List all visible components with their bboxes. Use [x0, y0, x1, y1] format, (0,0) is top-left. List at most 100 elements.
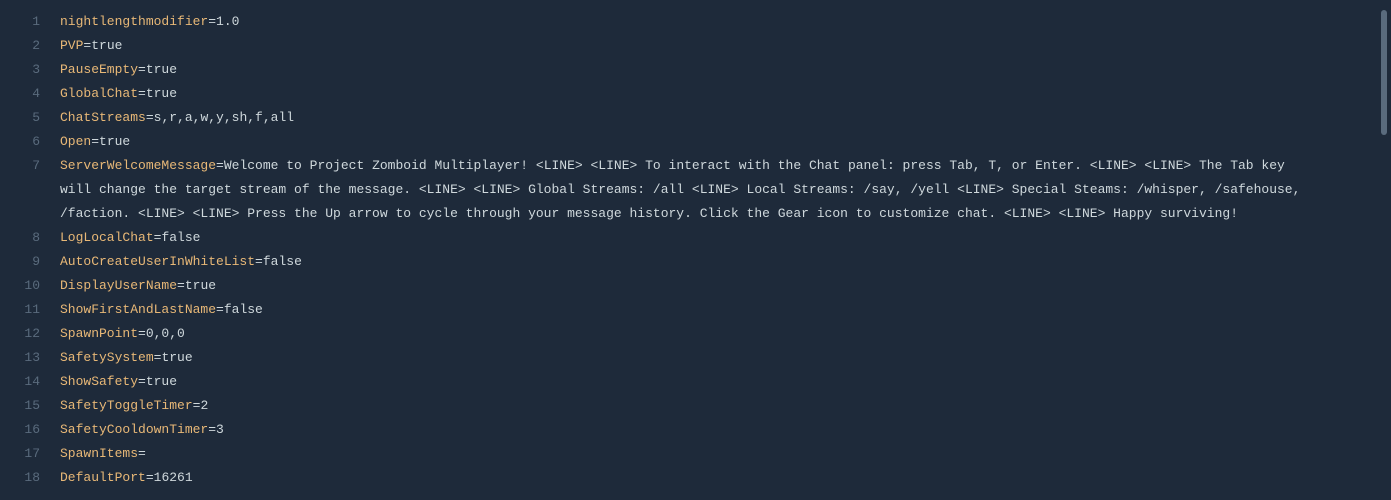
- line-content[interactable]: SpawnItems=: [60, 442, 1371, 466]
- line-content[interactable]: SafetyToggleTimer=2: [60, 394, 1371, 418]
- code-line[interactable]: 12SpawnPoint=0,0,0: [20, 322, 1371, 346]
- config-value: true: [146, 86, 177, 101]
- equals-sign: =: [208, 14, 216, 29]
- config-value: false: [263, 254, 302, 269]
- code-line[interactable]: 13SafetySystem=true: [20, 346, 1371, 370]
- code-line[interactable]: 18DefaultPort=16261: [20, 466, 1371, 490]
- line-content[interactable]: ShowFirstAndLastName=false: [60, 298, 1371, 322]
- line-content[interactable]: DisplayUserName=true: [60, 274, 1371, 298]
- equals-sign: =: [138, 446, 146, 461]
- code-line[interactable]: 11ShowFirstAndLastName=false: [20, 298, 1371, 322]
- config-value: false: [161, 230, 200, 245]
- config-key: PVP: [60, 38, 83, 53]
- code-line[interactable]: 8LogLocalChat=false: [20, 226, 1371, 250]
- equals-sign: =: [146, 470, 154, 485]
- config-key: ServerWelcomeMessage: [60, 158, 216, 173]
- code-line[interactable]: 14ShowSafety=true: [20, 370, 1371, 394]
- equals-sign: =: [208, 422, 216, 437]
- config-key: nightlengthmodifier: [60, 14, 208, 29]
- config-key: PauseEmpty: [60, 62, 138, 77]
- equals-sign: =: [255, 254, 263, 269]
- code-line[interactable]: 16SafetyCooldownTimer=3: [20, 418, 1371, 442]
- line-content[interactable]: PVP=true: [60, 34, 1371, 58]
- code-line[interactable]: 9AutoCreateUserInWhiteList=false: [20, 250, 1371, 274]
- config-key: AutoCreateUserInWhiteList: [60, 254, 255, 269]
- line-number: 16: [20, 418, 60, 442]
- config-value: true: [146, 62, 177, 77]
- config-value: s,r,a,w,y,sh,f,all: [154, 110, 294, 125]
- config-key: DisplayUserName: [60, 278, 177, 293]
- config-value: 3: [216, 422, 224, 437]
- code-line[interactable]: 4GlobalChat=true: [20, 82, 1371, 106]
- config-value: 0,0,0: [146, 326, 185, 341]
- code-line[interactable]: 3PauseEmpty=true: [20, 58, 1371, 82]
- line-number: 7: [20, 154, 60, 178]
- line-number: 13: [20, 346, 60, 370]
- line-content[interactable]: SafetyCooldownTimer=3: [60, 418, 1371, 442]
- line-number: 5: [20, 106, 60, 130]
- config-value: true: [161, 350, 192, 365]
- equals-sign: =: [138, 374, 146, 389]
- config-key: Open: [60, 134, 91, 149]
- code-line[interactable]: 17SpawnItems=: [20, 442, 1371, 466]
- config-key: SafetyCooldownTimer: [60, 422, 208, 437]
- config-value: true: [185, 278, 216, 293]
- config-key: SafetySystem: [60, 350, 154, 365]
- config-key: GlobalChat: [60, 86, 138, 101]
- line-number: 2: [20, 34, 60, 58]
- config-value: 2: [200, 398, 208, 413]
- config-key: LogLocalChat: [60, 230, 154, 245]
- code-line[interactable]: 1nightlengthmodifier=1.0: [20, 10, 1371, 34]
- equals-sign: =: [138, 62, 146, 77]
- equals-sign: =: [138, 86, 146, 101]
- line-number: 6: [20, 130, 60, 154]
- line-content[interactable]: ServerWelcomeMessage=Welcome to Project …: [60, 154, 1371, 226]
- config-value: true: [146, 374, 177, 389]
- code-line[interactable]: 2PVP=true: [20, 34, 1371, 58]
- code-line[interactable]: 10DisplayUserName=true: [20, 274, 1371, 298]
- equals-sign: =: [146, 110, 154, 125]
- line-content[interactable]: PauseEmpty=true: [60, 58, 1371, 82]
- equals-sign: =: [91, 134, 99, 149]
- scrollbar-thumb[interactable]: [1381, 10, 1387, 135]
- config-key: ChatStreams: [60, 110, 146, 125]
- line-number: 14: [20, 370, 60, 394]
- config-key: ShowFirstAndLastName: [60, 302, 216, 317]
- config-key: DefaultPort: [60, 470, 146, 485]
- line-content[interactable]: Open=true: [60, 130, 1371, 154]
- equals-sign: =: [216, 302, 224, 317]
- equals-sign: =: [138, 326, 146, 341]
- equals-sign: =: [216, 158, 224, 173]
- config-value: true: [99, 134, 130, 149]
- config-key: ShowSafety: [60, 374, 138, 389]
- config-key: SpawnItems: [60, 446, 138, 461]
- config-value: 16261: [154, 470, 193, 485]
- line-content[interactable]: AutoCreateUserInWhiteList=false: [60, 250, 1371, 274]
- line-number: 9: [20, 250, 60, 274]
- equals-sign: =: [177, 278, 185, 293]
- line-number: 18: [20, 466, 60, 490]
- line-content[interactable]: SpawnPoint=0,0,0: [60, 322, 1371, 346]
- config-value: false: [224, 302, 263, 317]
- line-number: 11: [20, 298, 60, 322]
- line-number: 1: [20, 10, 60, 34]
- config-key: SafetyToggleTimer: [60, 398, 193, 413]
- line-content[interactable]: GlobalChat=true: [60, 82, 1371, 106]
- line-content[interactable]: nightlengthmodifier=1.0: [60, 10, 1371, 34]
- line-content[interactable]: SafetySystem=true: [60, 346, 1371, 370]
- line-number: 8: [20, 226, 60, 250]
- line-number: 12: [20, 322, 60, 346]
- config-value: true: [91, 38, 122, 53]
- code-line[interactable]: 5ChatStreams=s,r,a,w,y,sh,f,all: [20, 106, 1371, 130]
- line-content[interactable]: ShowSafety=true: [60, 370, 1371, 394]
- code-line[interactable]: 15SafetyToggleTimer=2: [20, 394, 1371, 418]
- line-content[interactable]: DefaultPort=16261: [60, 466, 1371, 490]
- line-number: 3: [20, 58, 60, 82]
- config-value: 1.0: [216, 14, 239, 29]
- code-line[interactable]: 6Open=true: [20, 130, 1371, 154]
- line-number: 10: [20, 274, 60, 298]
- line-content[interactable]: LogLocalChat=false: [60, 226, 1371, 250]
- code-editor[interactable]: 1nightlengthmodifier=1.02PVP=true3PauseE…: [20, 10, 1371, 490]
- code-line[interactable]: 7ServerWelcomeMessage=Welcome to Project…: [20, 154, 1371, 226]
- line-content[interactable]: ChatStreams=s,r,a,w,y,sh,f,all: [60, 106, 1371, 130]
